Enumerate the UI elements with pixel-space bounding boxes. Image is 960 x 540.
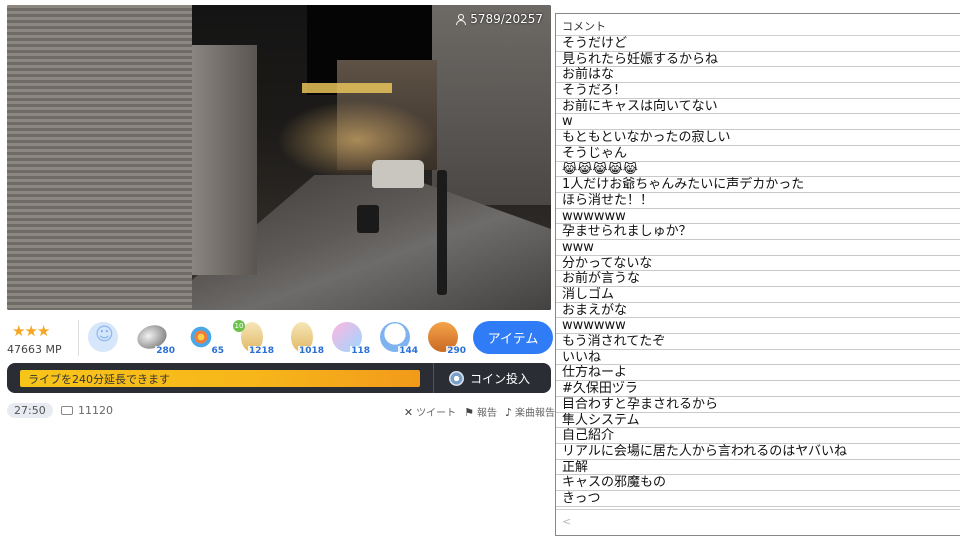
comment-row: #久保田ヅラ xyxy=(556,381,960,397)
comment-row: もう消されてたぞ xyxy=(556,334,960,350)
comment-panel[interactable]: コメント そうだけど 見られたら妊娠するからね お前はな そうだろ！ お前にキャスは向い… xyxy=(555,13,960,536)
comment-row: そうじゃん xyxy=(556,146,960,162)
coin-insert-label: コイン投入 xyxy=(470,371,531,386)
comment-row: そうだけど xyxy=(556,36,960,52)
comment-row: wwwwww xyxy=(556,209,960,225)
gift-count: 290 xyxy=(446,346,467,356)
comment-row: お前が言うな xyxy=(556,271,960,287)
elapsed-time: 27:50 xyxy=(7,403,53,418)
music-report-link[interactable]: ♪ 楽曲報告 xyxy=(505,404,555,419)
tweet-label: ツイート xyxy=(416,408,457,419)
person-icon xyxy=(456,13,467,25)
comment-row: おまえがな xyxy=(556,303,960,319)
divider xyxy=(433,363,434,393)
music-note-icon: ♪ xyxy=(504,406,512,419)
item-button[interactable]: アイテム xyxy=(473,321,553,354)
comment-row: 😹😹😹😹😹 xyxy=(556,162,960,178)
gift-fireworks[interactable]: 65 xyxy=(183,320,225,358)
comment-row: きっつ xyxy=(556,491,960,507)
app-root: 5789/20257 ★★★ 47663 MP 280 65 10 1218 1… xyxy=(0,0,960,540)
comment-row: 隼人システム xyxy=(556,413,960,429)
extension-label: ライブを240分延長できます xyxy=(28,373,170,386)
video-street-lights xyxy=(302,83,392,93)
gift-smile[interactable] xyxy=(85,320,123,358)
stream-meta: 27:50 11120 ✕ ツイート ⚑ 報告 ♪ 楽曲報告 xyxy=(7,403,555,421)
gift-ghost2[interactable]: 144 xyxy=(377,320,419,358)
comment-row: お前にキャスは向いてない xyxy=(556,99,960,115)
gift-count: 144 xyxy=(398,346,419,356)
coin-icon xyxy=(449,370,464,386)
gift-card2[interactable]: 1018 xyxy=(283,320,325,358)
comment-count-text: 11120 xyxy=(78,404,113,417)
gift-coin[interactable]: 280 xyxy=(134,320,176,358)
comment-row: そうだろ！ xyxy=(556,83,960,99)
coin-insert-button[interactable]: コイン投入 xyxy=(443,366,547,390)
gift-card[interactable]: 10 1218 xyxy=(233,320,275,358)
report-link[interactable]: ⚑ 報告 xyxy=(464,404,497,419)
comment-row: 分かってないな xyxy=(556,256,960,272)
report-label: 報告 xyxy=(476,408,497,419)
action-links: ✕ ツイート ⚑ 報告 ♪ 楽曲報告 xyxy=(404,404,555,419)
smile-icon xyxy=(88,322,118,352)
gift-count: 280 xyxy=(155,346,176,356)
flag-icon: ⚑ xyxy=(464,406,474,419)
viewer-count: 5789/20257 xyxy=(456,12,543,26)
rank-block: ★★★ 47663 MP xyxy=(7,322,77,356)
comment-row: 正解 xyxy=(556,460,960,476)
comment-row: wwwwww xyxy=(556,318,960,335)
comment-row: www xyxy=(556,240,960,256)
comment-row: お前はな xyxy=(556,67,960,84)
video-shutter xyxy=(7,5,192,310)
comment-row: 見られたら妊娠するからね xyxy=(556,52,960,68)
video-building-right xyxy=(432,5,551,205)
video-car xyxy=(372,160,424,188)
viewer-count-text: 5789/20257 xyxy=(470,12,543,26)
comment-row: キャスの邪魔もの xyxy=(556,475,960,491)
comment-row: w xyxy=(556,114,960,131)
comment-count: 11120 xyxy=(61,404,113,417)
music-report-label: 楽曲報告 xyxy=(515,408,555,419)
comment-list[interactable]: そうだけど 見られたら妊娠するからね お前はな そうだろ！ お前にキャスは向いてない w も… xyxy=(556,36,960,507)
live-video[interactable]: 5789/20257 xyxy=(7,5,551,310)
gift-count: 1218 xyxy=(247,346,275,356)
gift-count: 1018 xyxy=(297,346,325,356)
comment-row: いいね xyxy=(556,350,960,366)
gift-count: 65 xyxy=(210,346,225,356)
comment-row: 消しゴム xyxy=(556,287,960,303)
gift-count: 118 xyxy=(350,346,371,356)
gift-badge: 10 xyxy=(233,320,245,332)
extension-progress: ライブを240分延長できます xyxy=(20,370,420,387)
comment-row: 1人だけお爺ちゃんみたいに声デカかった xyxy=(556,177,960,193)
mp-value: 47663 MP xyxy=(7,343,62,356)
x-icon: ✕ xyxy=(403,406,414,419)
video-pole xyxy=(437,170,447,295)
comment-row: 自己紹介 xyxy=(556,428,960,444)
gift-bar: ★★★ 47663 MP 280 65 10 1218 1018 118 xyxy=(7,318,555,360)
tweet-link[interactable]: ✕ ツイート xyxy=(404,404,456,419)
comment-row: 孕ませられましゅか？ xyxy=(556,224,960,240)
comment-row: ほら消せた！！ xyxy=(556,193,960,209)
extension-bar: ライブを240分延長できます コイン投入 xyxy=(7,363,551,393)
gift-cone[interactable]: 290 xyxy=(425,320,467,358)
video-wall xyxy=(192,45,257,275)
comment-row: 仕方ねーよ xyxy=(556,365,960,382)
comment-panel-header: コメント xyxy=(556,14,960,36)
video-bin xyxy=(357,205,379,233)
divider xyxy=(78,320,79,356)
comment-row: 目合わすと孕まされるから xyxy=(556,397,960,413)
chat-icon xyxy=(61,406,73,415)
comment-panel-footer[interactable]: < xyxy=(556,509,960,535)
rank-stars: ★★★ xyxy=(12,322,50,340)
comment-row: リアルに会場に居た人から言われるのはヤバいね xyxy=(556,444,960,460)
gift-ghost[interactable]: 118 xyxy=(329,320,371,358)
comment-row: もともといなかったの寂しい xyxy=(556,130,960,146)
